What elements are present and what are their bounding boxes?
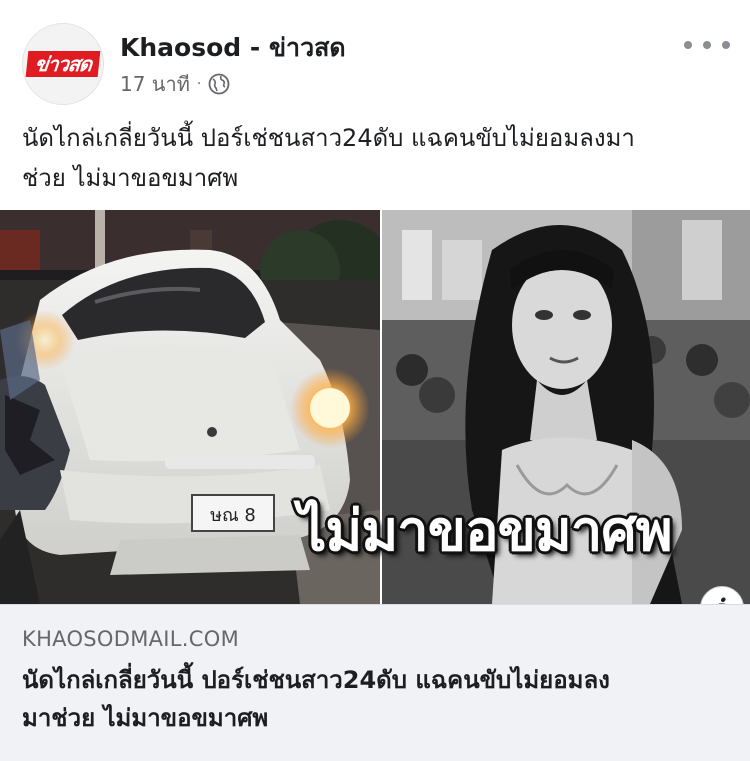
link-preview-image[interactable]: ษณ 8 ไม่มาขอขมาศพ (0, 210, 750, 604)
post-timestamp[interactable]: 17 นาที (120, 68, 190, 100)
image-headline: ไม่มาขอขมาศพ (298, 499, 672, 564)
post-meta: 17 นาที · (120, 70, 230, 98)
link-preview-card[interactable]: ษณ 8 ไม่มาขอขมาศพ KHAOSODMAIL.COM นัดไกล… (0, 210, 750, 761)
meta-separator: · (196, 76, 202, 92)
khaosod-logo: ข่าวสด (25, 51, 101, 77)
link-domain: KHAOSODMAIL.COM (22, 627, 239, 651)
page-name[interactable]: Khaosod - ข่าวสด (120, 28, 346, 68)
more-options-icon[interactable] (684, 30, 730, 60)
link-details[interactable]: KHAOSODMAIL.COM นัดไกล่เกลี่ยวันนี้ ปอร์… (0, 604, 750, 761)
post-header: ข่าวสด Khaosod - ข่าวสด 17 นาที · (0, 0, 750, 112)
page-avatar[interactable]: ข่าวสด (22, 23, 104, 105)
globe-icon[interactable] (208, 73, 230, 95)
post-message: นัดไกล่เกลี่ยวันนี้ ปอร์เช่ชนสาว24ดับ แฉ… (22, 124, 635, 192)
link-title[interactable]: นัดไกล่เกลี่ยวันนี้ ปอร์เช่ชนสาว24ดับ แฉ… (22, 661, 722, 737)
license-plate: ษณ 8 (210, 505, 256, 526)
